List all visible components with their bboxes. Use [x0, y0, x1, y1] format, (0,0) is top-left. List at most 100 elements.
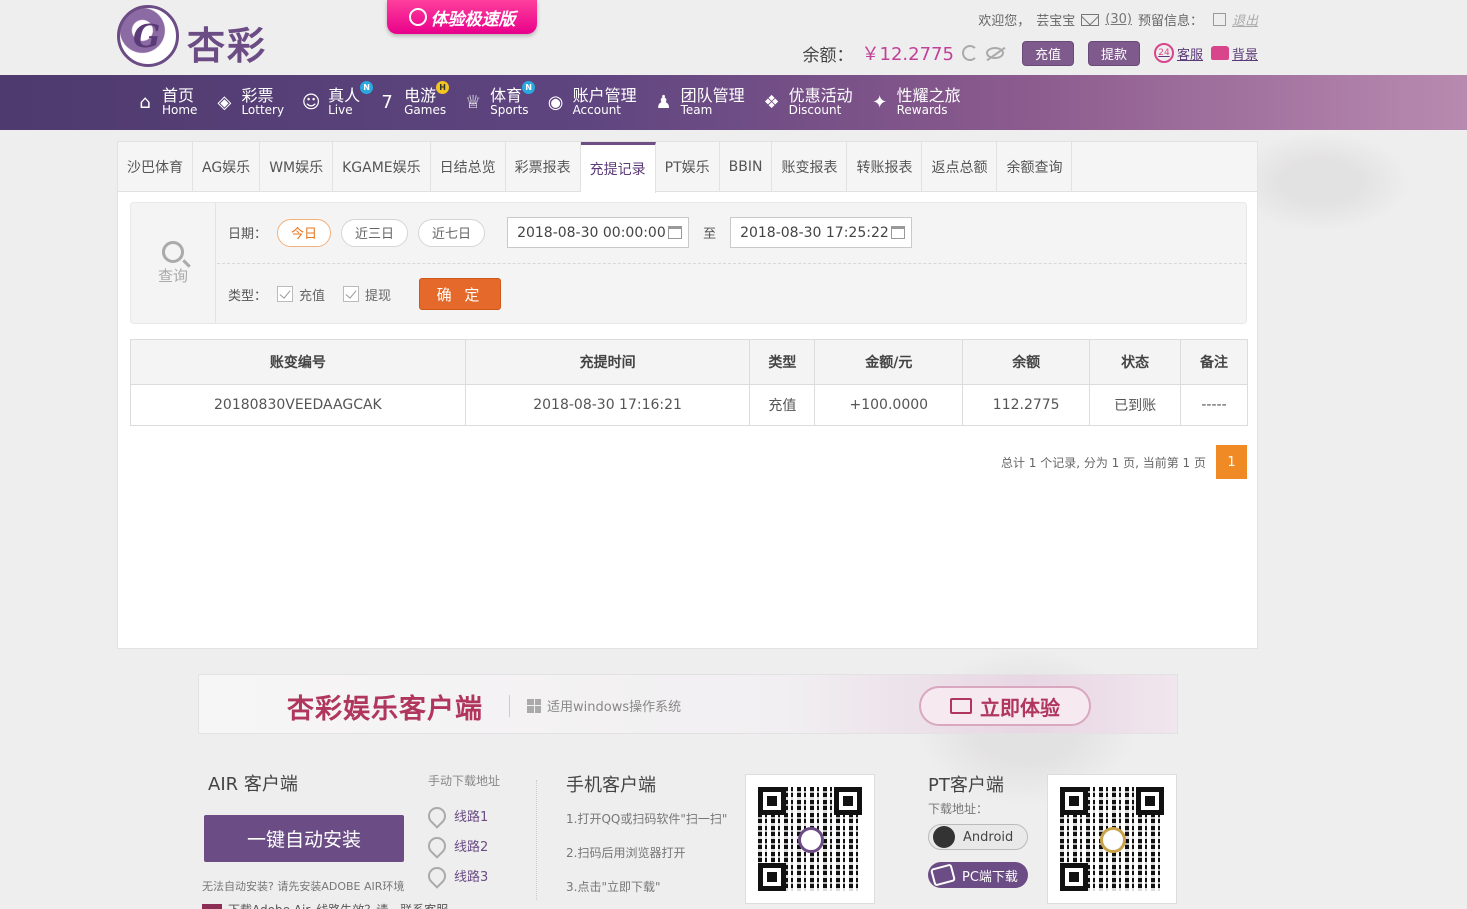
client-banner: 杏彩娱乐客户端 适用windows操作系统 立即体验 — [198, 674, 1178, 734]
trophy-icon: ♕ — [465, 92, 482, 113]
query-side: 查询 — [131, 203, 216, 323]
nav-item-live[interactable]: ☺ 真人 Live N — [296, 75, 374, 130]
speed-version-button[interactable]: 体验极速版 — [387, 0, 537, 34]
balance-row: 余额： ￥12.2775 充值 提款 24 客服 背景 — [803, 40, 1258, 66]
speed-icon — [408, 8, 427, 26]
col-amount: 金额/元 — [814, 339, 964, 385]
nav-item-discount[interactable]: ❖ 优惠活动 Discount — [757, 75, 865, 130]
page-button-1[interactable]: 1 — [1216, 445, 1247, 479]
downloads-section: AIR 客户端 一键自动安装 无法自动安装? 请先安装ADOBE AIR环境 下… — [198, 760, 1178, 909]
cell-time: 2018-08-30 17:16:21 — [464, 384, 751, 426]
tab-4[interactable]: 日结总览 — [431, 142, 506, 192]
mobile-step-2: 2.扫码后用浏览器打开 — [566, 846, 686, 860]
type-recharge-checkbox[interactable]: 充值 — [277, 285, 325, 304]
location-pin-icon — [424, 802, 450, 829]
route-1-link[interactable]: 线路1 — [424, 802, 488, 829]
rewards-icon: ✦ — [872, 92, 888, 113]
pt-android-button[interactable]: Android — [928, 824, 1028, 850]
shirt-icon — [1210, 46, 1229, 60]
tab-2[interactable]: WM娱乐 — [260, 142, 334, 192]
type-withdraw-checkbox[interactable]: 提现 — [343, 285, 391, 304]
col-remark: 备注 — [1180, 339, 1248, 385]
tab-12[interactable]: 余额查询 — [997, 142, 1073, 192]
nav-item-rewards[interactable]: ✦ 性耀之旅 Rewards — [865, 75, 973, 130]
nav-label-en: Lottery — [241, 102, 285, 117]
tab-11[interactable]: 返点总额 — [922, 142, 998, 192]
location-pin-icon — [424, 832, 450, 859]
auto-install-button[interactable]: 一键自动安装 — [204, 815, 404, 862]
tab-5[interactable]: 彩票报表 — [506, 142, 581, 192]
nav-item-home[interactable]: ⌂ 首页 Home — [130, 75, 209, 130]
tab-9[interactable]: 账变报表 — [772, 142, 848, 192]
mobile-step-1: 1.打开QQ或扫码软件"扫一扫" — [566, 812, 728, 826]
table-row: 20180830VEEDAAGCAK 2018-08-30 17:16:21 充… — [130, 384, 1248, 426]
background-link[interactable]: 背景 — [1210, 44, 1258, 63]
nav-item-lottery[interactable]: ◈ 彩票 Lottery — [209, 75, 296, 130]
customer-service-link[interactable]: 24 客服 — [1153, 43, 1203, 63]
preset-3days[interactable]: 近三日 — [341, 218, 409, 247]
search-icon — [162, 240, 184, 263]
nav-label-en: Rewards — [896, 102, 948, 117]
tab-0[interactable]: 沙巴体育 — [118, 142, 193, 192]
tab-1[interactable]: AG娱乐 — [193, 142, 261, 192]
records-table: 账变编号 充提时间 类型 金额/元 余额 状态 备注 20180830VEEDA… — [130, 339, 1248, 426]
nav-label-cn: 彩票 — [241, 85, 274, 105]
manual-download-label: 手动下载地址 — [428, 774, 501, 788]
mail-count-link[interactable]: (30) — [1105, 12, 1132, 27]
tab-8[interactable]: BBIN — [720, 142, 773, 192]
nav-label-en: Team — [680, 102, 713, 117]
refresh-icon[interactable] — [961, 45, 978, 61]
route-3-link[interactable]: 线路3 — [424, 862, 488, 889]
account-icon: ◉ — [547, 92, 564, 113]
main-nav: ⌂ 首页 Home ◈ 彩票 Lottery ☺ 真人 Live N 7 电游 Games H ♕ 体育 Spo… — [0, 75, 1467, 130]
username: 芸宝宝 — [1036, 14, 1076, 29]
nav-label-en: Account — [572, 102, 622, 117]
mobile-client-title: 手机客户端 — [566, 775, 656, 796]
qr-logo-icon — [798, 827, 824, 853]
team-icon: ♟ — [655, 92, 672, 113]
try-now-button[interactable]: 立即体验 — [919, 686, 1091, 726]
route-fail-note[interactable]: 线路失效？请，联系客服 — [316, 901, 448, 909]
windows-icon — [527, 698, 541, 713]
date-label: 日期： — [228, 227, 268, 242]
pagination-summary: 总计 1 个记录, 分为 1 页, 当前第 1 页 — [1000, 455, 1206, 470]
nav-label-cn: 优惠活动 — [788, 85, 853, 105]
cell-balance: 112.2775 — [962, 384, 1091, 426]
logo[interactable]: G 杏彩 — [117, 5, 377, 69]
logout-link[interactable]: 退出 — [1232, 10, 1258, 29]
mail-icon[interactable] — [1081, 13, 1100, 26]
reserve-info-label: 预留信息： — [1137, 14, 1203, 29]
nav-label-en: Discount — [788, 102, 842, 117]
end-date-input[interactable]: 2018-08-30 17:25:22 — [730, 217, 913, 248]
nav-item-account[interactable]: ◉ 账户管理 Account — [541, 75, 649, 130]
edit-icon[interactable] — [1212, 13, 1226, 26]
cell-amount: +100.0000 — [814, 384, 964, 426]
col-status: 状态 — [1089, 339, 1182, 385]
tab-3[interactable]: KGAME娱乐 — [333, 142, 431, 192]
ticket-icon: ◈ — [217, 92, 232, 113]
nav-item-team[interactable]: ♟ 团队管理 Team — [649, 75, 757, 130]
table-header-row: 账变编号 充提时间 类型 金额/元 余额 状态 备注 — [130, 339, 1248, 385]
hide-balance-icon[interactable] — [985, 47, 1004, 59]
download-adobe-air-link[interactable]: 下载Adobe Air — [228, 901, 310, 909]
start-date-input[interactable]: 2018-08-30 00:00:00 — [507, 217, 690, 248]
air-note: 无法自动安装? 请先安装ADOBE AIR环境 — [202, 880, 405, 893]
mobile-step-3: 3.点击"立即下载" — [566, 880, 661, 894]
withdraw-button[interactable]: 提款 — [1087, 40, 1140, 66]
gift-icon: ❖ — [763, 92, 780, 113]
nav-item-sports[interactable]: ♕ 体育 Sports N — [458, 75, 540, 130]
route-2-link[interactable]: 线路2 — [424, 832, 488, 859]
tab-10[interactable]: 转账报表 — [847, 142, 923, 192]
preset-7days[interactable]: 近七日 — [418, 218, 486, 247]
preset-today[interactable]: 今日 — [277, 218, 332, 247]
pt-pc-download-button[interactable]: PC端下载 — [928, 862, 1028, 888]
nav-item-games[interactable]: 7 电游 Games H — [372, 75, 458, 130]
tab-7[interactable]: PT娱乐 — [656, 142, 720, 192]
pagination: 总计 1 个记录, 分为 1 页, 当前第 1 页 1 — [1001, 445, 1247, 479]
nav-label-en: Live — [328, 102, 353, 117]
confirm-button[interactable]: 确 定 — [419, 278, 502, 310]
balance-value: ￥12.2775 — [861, 44, 954, 65]
recharge-button[interactable]: 充值 — [1021, 40, 1074, 66]
main-panel: 沙巴体育 AG娱乐 WM娱乐 KGAME娱乐 日结总览 彩票报表 充提记录 PT娱乐 BBIN 账… — [117, 141, 1258, 649]
tab-6[interactable]: 充提记录 — [580, 142, 656, 193]
